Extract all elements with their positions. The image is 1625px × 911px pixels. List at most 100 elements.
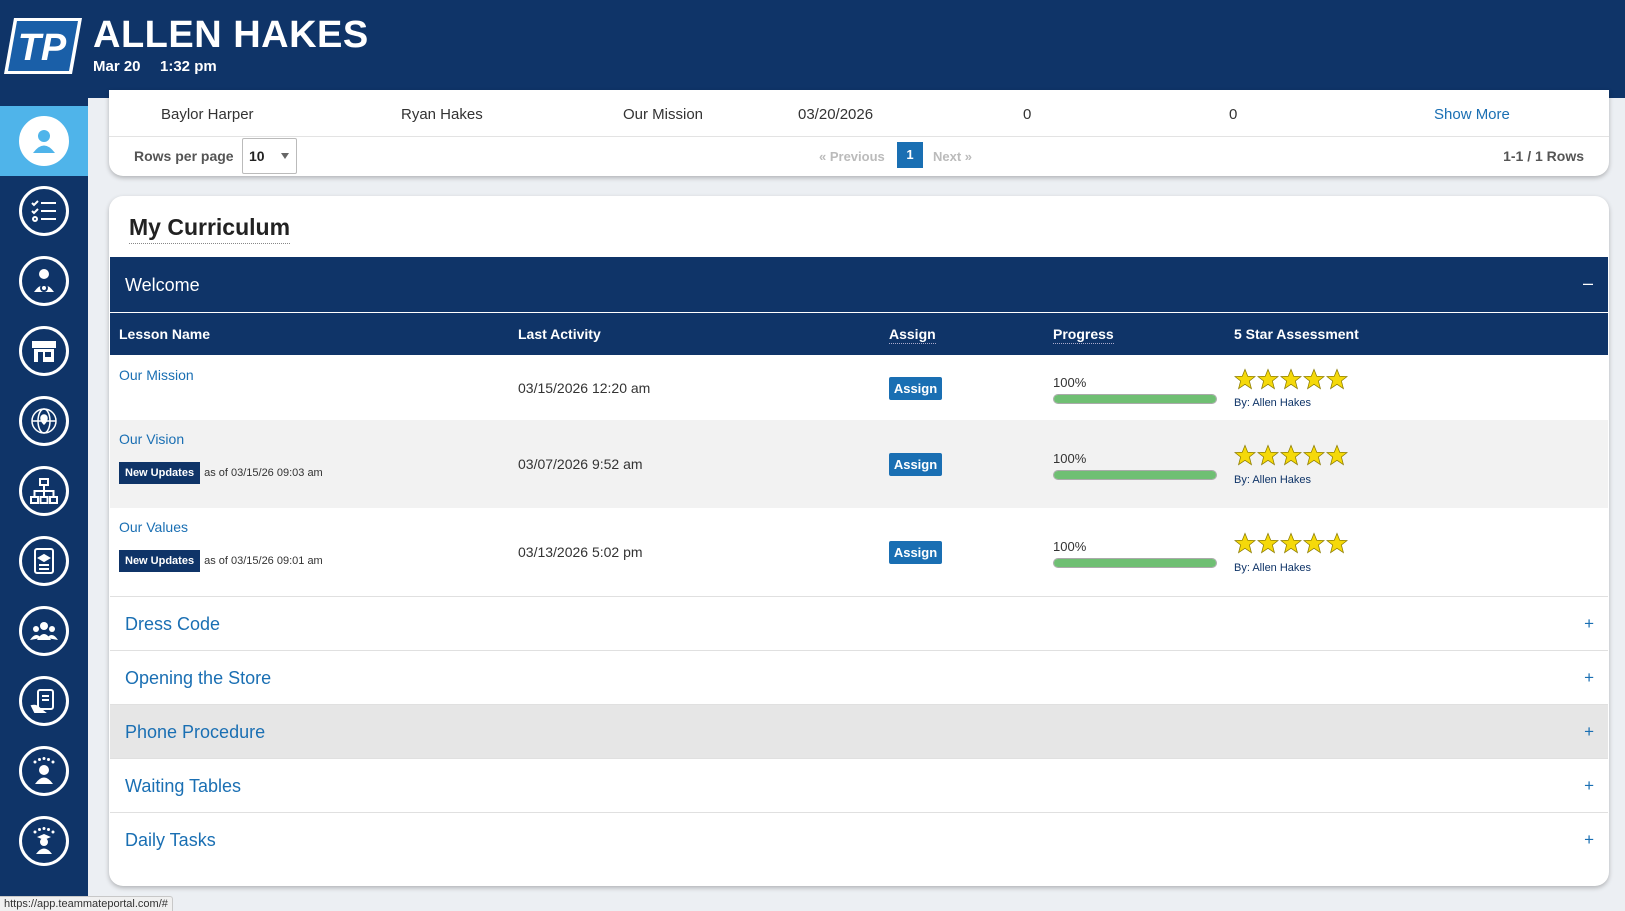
section-phone-procedure[interactable]: Phone Procedure + <box>110 704 1608 758</box>
column-header-progress: Progress <box>1053 326 1114 344</box>
user-settings-icon <box>19 256 69 306</box>
my-curriculum-card: My Curriculum Welcome – Lesson Name Last… <box>109 196 1609 886</box>
clipboard-hand-icon <box>19 676 69 726</box>
sidebar-item-tasks[interactable] <box>0 666 88 736</box>
star-icon <box>1257 368 1279 390</box>
expand-icon[interactable]: + <box>1584 830 1594 850</box>
star-icon <box>1257 444 1279 466</box>
last-activity: 03/15/2026 12:20 am <box>518 380 651 396</box>
sidebar-item-user-settings[interactable] <box>0 246 88 316</box>
top-header: TP ALLEN HAKES Mar 20 1:32 pm <box>0 0 1625 98</box>
expand-icon[interactable]: + <box>1584 722 1594 742</box>
user-icon <box>19 116 69 166</box>
show-more-link[interactable]: Show More <box>1434 106 1510 123</box>
star-icon <box>1303 532 1325 554</box>
star-icon <box>1280 444 1302 466</box>
svg-text:TP: TP <box>18 27 67 69</box>
column-header-lesson: Lesson Name <box>119 326 211 342</box>
expand-icon[interactable]: + <box>1584 776 1594 796</box>
lessons-table-header: Lesson Name Last Activity Assign Progres… <box>110 313 1608 355</box>
assignments-table-card: Baylor Harper Ryan Hakes Our Mission 03/… <box>109 90 1609 176</box>
star-icon <box>1234 532 1256 554</box>
sidebar-item-training[interactable] <box>0 526 88 596</box>
progress-bar <box>1053 394 1217 404</box>
section-opening-the-store[interactable]: Opening the Store + <box>110 650 1608 704</box>
rows-per-page-value: 10 <box>249 148 265 164</box>
section-label: Phone Procedure <box>125 722 266 742</box>
star-icon <box>1303 368 1325 390</box>
row-divider <box>109 136 1609 137</box>
new-updates-badge: New Updates <box>119 550 201 572</box>
table-cell: 0 <box>1023 106 1032 123</box>
progress-bar-fill <box>1054 395 1216 403</box>
lesson-link[interactable]: Our Values <box>119 519 188 535</box>
sidebar-item-team[interactable] <box>0 596 88 666</box>
graduate-stars-icon <box>19 816 69 866</box>
sidebar-item-reviews[interactable] <box>0 736 88 806</box>
store-icon <box>19 326 69 376</box>
collapse-icon[interactable]: – <box>1583 273 1593 294</box>
table-cell: 03/20/2026 <box>798 106 874 123</box>
pagination-next[interactable]: Next » <box>933 149 972 164</box>
certificate-icon <box>19 536 69 586</box>
star-user-icon <box>19 746 69 796</box>
progress-percent: 100% <box>1053 539 1087 554</box>
star-icon <box>1280 532 1302 554</box>
star-icon <box>1326 368 1348 390</box>
globe-location-icon <box>19 396 69 446</box>
last-activity: 03/13/2026 5:02 pm <box>518 544 643 560</box>
column-header-assign: Assign <box>889 326 936 344</box>
assessment-by: By: Allen Hakes <box>1234 397 1312 409</box>
sidebar-item-checklist[interactable] <box>0 176 88 246</box>
new-updates-notice: New Updates as of 03/15/26 09:01 am <box>119 550 323 572</box>
table-row: Our Mission 03/15/2026 12:20 am Assign 1… <box>110 356 1608 420</box>
section-daily-tasks[interactable]: Daily Tasks + <box>110 812 1608 866</box>
lesson-link[interactable]: Our Vision <box>119 431 184 447</box>
sidebar-item-org-chart[interactable] <box>0 456 88 526</box>
sidebar-item-profile[interactable] <box>0 106 88 176</box>
progress-bar-fill <box>1054 559 1216 567</box>
pagination-previous[interactable]: « Previous <box>819 149 885 164</box>
update-date: as of 03/15/26 09:03 am <box>204 467 323 479</box>
rows-per-page-select[interactable]: 10 <box>242 138 297 174</box>
header-date: Mar 20 <box>93 58 141 75</box>
curriculum-title: My Curriculum <box>129 214 291 244</box>
rows-per-page-label: Rows per page <box>134 148 234 164</box>
star-icon <box>1234 368 1256 390</box>
table-cell: Ryan Hakes <box>401 106 483 123</box>
header-time: 1:32 pm <box>160 58 217 75</box>
lesson-link[interactable]: Our Mission <box>119 367 194 383</box>
table-row: Our Values New Updates as of 03/15/26 09… <box>110 508 1608 596</box>
section-label: Dress Code <box>125 614 221 634</box>
update-date: as of 03/15/26 09:01 am <box>204 555 323 567</box>
new-updates-badge: New Updates <box>119 462 201 484</box>
sidebar-item-store[interactable] <box>0 316 88 386</box>
progress-bar <box>1053 470 1217 480</box>
section-label: Daily Tasks <box>125 830 216 850</box>
section-label: Welcome <box>125 275 200 295</box>
expand-icon[interactable]: + <box>1584 668 1594 688</box>
assign-button[interactable]: Assign <box>889 541 942 564</box>
section-welcome-header[interactable]: Welcome – <box>110 257 1608 312</box>
expand-icon[interactable]: + <box>1584 614 1594 634</box>
pagination-page-1[interactable]: 1 <box>897 142 923 168</box>
table-cell: Baylor Harper <box>161 106 254 123</box>
section-dress-code[interactable]: Dress Code + <box>110 596 1608 650</box>
assign-button[interactable]: Assign <box>889 377 942 400</box>
checklist-icon <box>19 186 69 236</box>
sidebar-item-graduates[interactable] <box>0 806 88 876</box>
star-icon <box>1326 444 1348 466</box>
table-row: Our Vision New Updates as of 03/15/26 09… <box>110 420 1608 508</box>
section-waiting-tables[interactable]: Waiting Tables + <box>110 758 1608 812</box>
star-icon <box>1234 444 1256 466</box>
star-rating <box>1234 532 1349 554</box>
user-name: ALLEN HAKES <box>93 14 369 56</box>
rows-count-info: 1-1 / 1 Rows <box>1503 148 1584 164</box>
sidebar-item-locations[interactable] <box>0 386 88 456</box>
progress-bar <box>1053 558 1217 568</box>
sidebar-nav <box>0 98 88 911</box>
teammate-portal-logo[interactable]: TP <box>4 16 82 76</box>
assign-button[interactable]: Assign <box>889 453 942 476</box>
assessment-by: By: Allen Hakes <box>1234 562 1312 574</box>
table-cell: 0 <box>1229 106 1238 123</box>
